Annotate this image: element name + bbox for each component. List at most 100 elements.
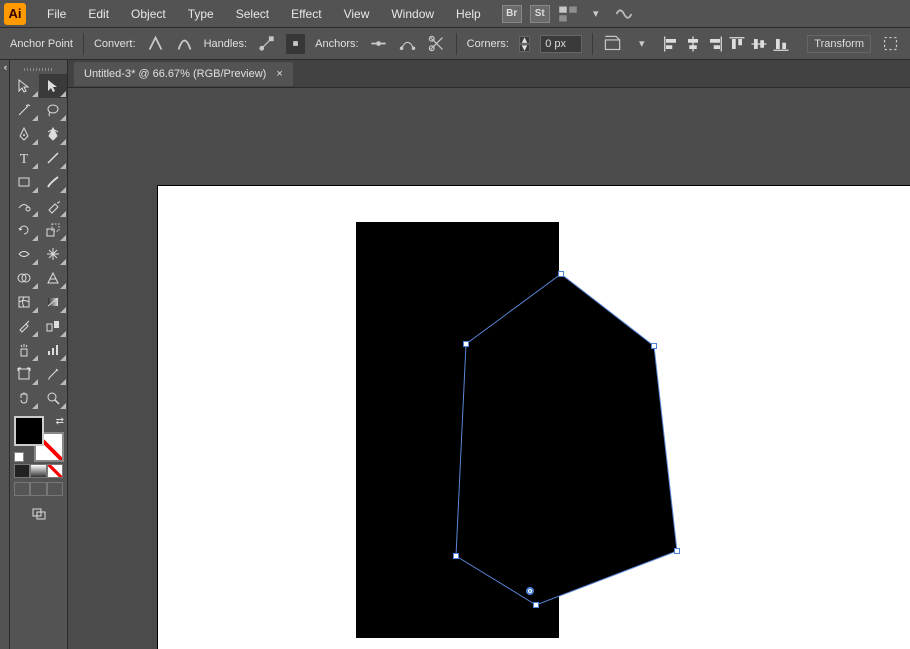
document-tab-title: Untitled-3* @ 66.67% (RGB/Preview) (84, 68, 266, 80)
black-rectangle-shape[interactable] (356, 222, 559, 638)
magic-wand-tool[interactable] (10, 98, 39, 122)
chevron-down-icon[interactable]: ▾ (586, 4, 606, 24)
control-bar: Anchor Point Convert: Handles: Anchors: … (0, 28, 910, 60)
bridge-button[interactable]: Br (502, 5, 522, 23)
align-bottom-icon[interactable] (771, 34, 791, 54)
close-tab-icon[interactable]: × (276, 68, 282, 80)
convert-label: Convert: (94, 38, 136, 50)
handles-label: Handles: (204, 38, 247, 50)
cut-path-icon[interactable] (427, 34, 446, 54)
perspective-tool[interactable] (39, 266, 68, 290)
connect-anchor-icon[interactable] (398, 34, 417, 54)
menu-effect[interactable]: Effect (282, 3, 330, 25)
align-right-icon[interactable] (705, 34, 725, 54)
document-tab[interactable]: Untitled-3* @ 66.67% (RGB/Preview) × (74, 62, 293, 86)
menu-type[interactable]: Type (179, 3, 223, 25)
symbol-sprayer-tool[interactable] (10, 338, 39, 362)
slice-tool[interactable] (39, 362, 68, 386)
direct-selection-tool[interactable] (39, 74, 68, 98)
eyedropper-tool[interactable] (10, 314, 39, 338)
panel-collapse-button[interactable] (0, 60, 10, 649)
selection-tool[interactable] (10, 74, 39, 98)
convert-smooth-icon[interactable] (175, 34, 194, 54)
rotate-tool[interactable] (10, 218, 39, 242)
shape-builder-tool[interactable] (10, 266, 39, 290)
app-logo: Ai (4, 3, 26, 25)
corners-label: Corners: (467, 38, 509, 50)
chevron-down-icon[interactable]: ▾ (632, 34, 651, 54)
menu-object[interactable]: Object (122, 3, 175, 25)
isolate-icon[interactable] (603, 34, 622, 54)
draw-behind[interactable] (30, 482, 46, 496)
blend-tool[interactable] (39, 314, 68, 338)
menu-edit[interactable]: Edit (79, 3, 118, 25)
panel-grip[interactable] (10, 64, 67, 74)
lasso-tool[interactable] (39, 98, 68, 122)
curvature-tool[interactable] (39, 122, 68, 146)
handles-show-icon[interactable] (257, 34, 276, 54)
stock-button[interactable]: St (530, 5, 550, 23)
type-tool[interactable]: T (10, 146, 39, 170)
anchor-point[interactable] (453, 553, 459, 559)
gradient-tool[interactable] (39, 290, 68, 314)
default-fill-stroke-icon[interactable] (14, 452, 24, 462)
paintbrush-tool[interactable] (39, 170, 68, 194)
swap-fill-stroke-icon[interactable]: ⇄ (56, 416, 64, 427)
menu-file[interactable]: File (38, 3, 75, 25)
width-tool[interactable] (10, 242, 39, 266)
eraser-tool[interactable] (39, 194, 68, 218)
tools-panel: T (10, 60, 68, 649)
pen-tool[interactable] (10, 122, 39, 146)
document-tab-strip: Untitled-3* @ 66.67% (RGB/Preview) × (68, 60, 910, 88)
mesh-tool[interactable] (10, 290, 39, 314)
draw-inside[interactable] (47, 482, 63, 496)
graph-tool[interactable] (39, 338, 68, 362)
corner-radius-input[interactable] (540, 35, 582, 53)
svg-text:T: T (20, 152, 29, 166)
snap-pixel-icon[interactable] (881, 34, 900, 54)
anchor-point[interactable] (558, 271, 564, 277)
menu-help[interactable]: Help (447, 3, 490, 25)
anchor-point[interactable] (674, 548, 680, 554)
screen-mode-button[interactable] (10, 502, 67, 526)
zoom-tool[interactable] (39, 386, 68, 410)
menu-window[interactable]: Window (382, 3, 443, 25)
mode-label: Anchor Point (10, 38, 73, 50)
menu-select[interactable]: Select (227, 3, 278, 25)
transform-button[interactable]: Transform (807, 35, 871, 53)
shaper-tool[interactable] (10, 194, 39, 218)
free-transform-tool[interactable] (39, 242, 68, 266)
artboard-tool[interactable] (10, 362, 39, 386)
corner-stepper[interactable]: ▴▾ (519, 36, 530, 52)
hand-tool[interactable] (10, 386, 39, 410)
color-mode-buttons (14, 464, 63, 478)
line-tool[interactable] (39, 146, 68, 170)
convert-corner-icon[interactable] (146, 34, 165, 54)
anchor-point[interactable] (533, 602, 539, 608)
fill-swatch[interactable] (14, 416, 44, 446)
remove-anchor-icon[interactable] (369, 34, 388, 54)
color-mode-gradient[interactable] (30, 464, 46, 478)
selected-anchor-point[interactable] (526, 587, 534, 595)
scale-tool[interactable] (39, 218, 68, 242)
artboard-viewport[interactable] (68, 88, 910, 649)
color-mode-none[interactable] (47, 464, 63, 478)
fill-stroke-swatch[interactable]: ⇄ (14, 416, 64, 462)
draw-normal[interactable] (14, 482, 30, 496)
anchor-point[interactable] (651, 343, 657, 349)
draw-mode-buttons (14, 482, 63, 496)
anchor-point[interactable] (463, 341, 469, 347)
canvas-area: Untitled-3* @ 66.67% (RGB/Preview) × (68, 60, 910, 649)
align-left-icon[interactable] (661, 34, 681, 54)
rectangle-tool[interactable] (10, 170, 39, 194)
color-mode-solid[interactable] (14, 464, 30, 478)
gpu-icon[interactable] (614, 4, 634, 24)
handles-hide-icon[interactable] (286, 34, 305, 54)
menu-view[interactable]: View (335, 3, 379, 25)
arrange-documents-icon[interactable] (558, 4, 578, 24)
align-hcenter-icon[interactable] (683, 34, 703, 54)
menu-bar: Ai File Edit Object Type Select Effect V… (0, 0, 910, 28)
anchors-label: Anchors: (315, 38, 358, 50)
align-top-icon[interactable] (727, 34, 747, 54)
align-vcenter-icon[interactable] (749, 34, 769, 54)
